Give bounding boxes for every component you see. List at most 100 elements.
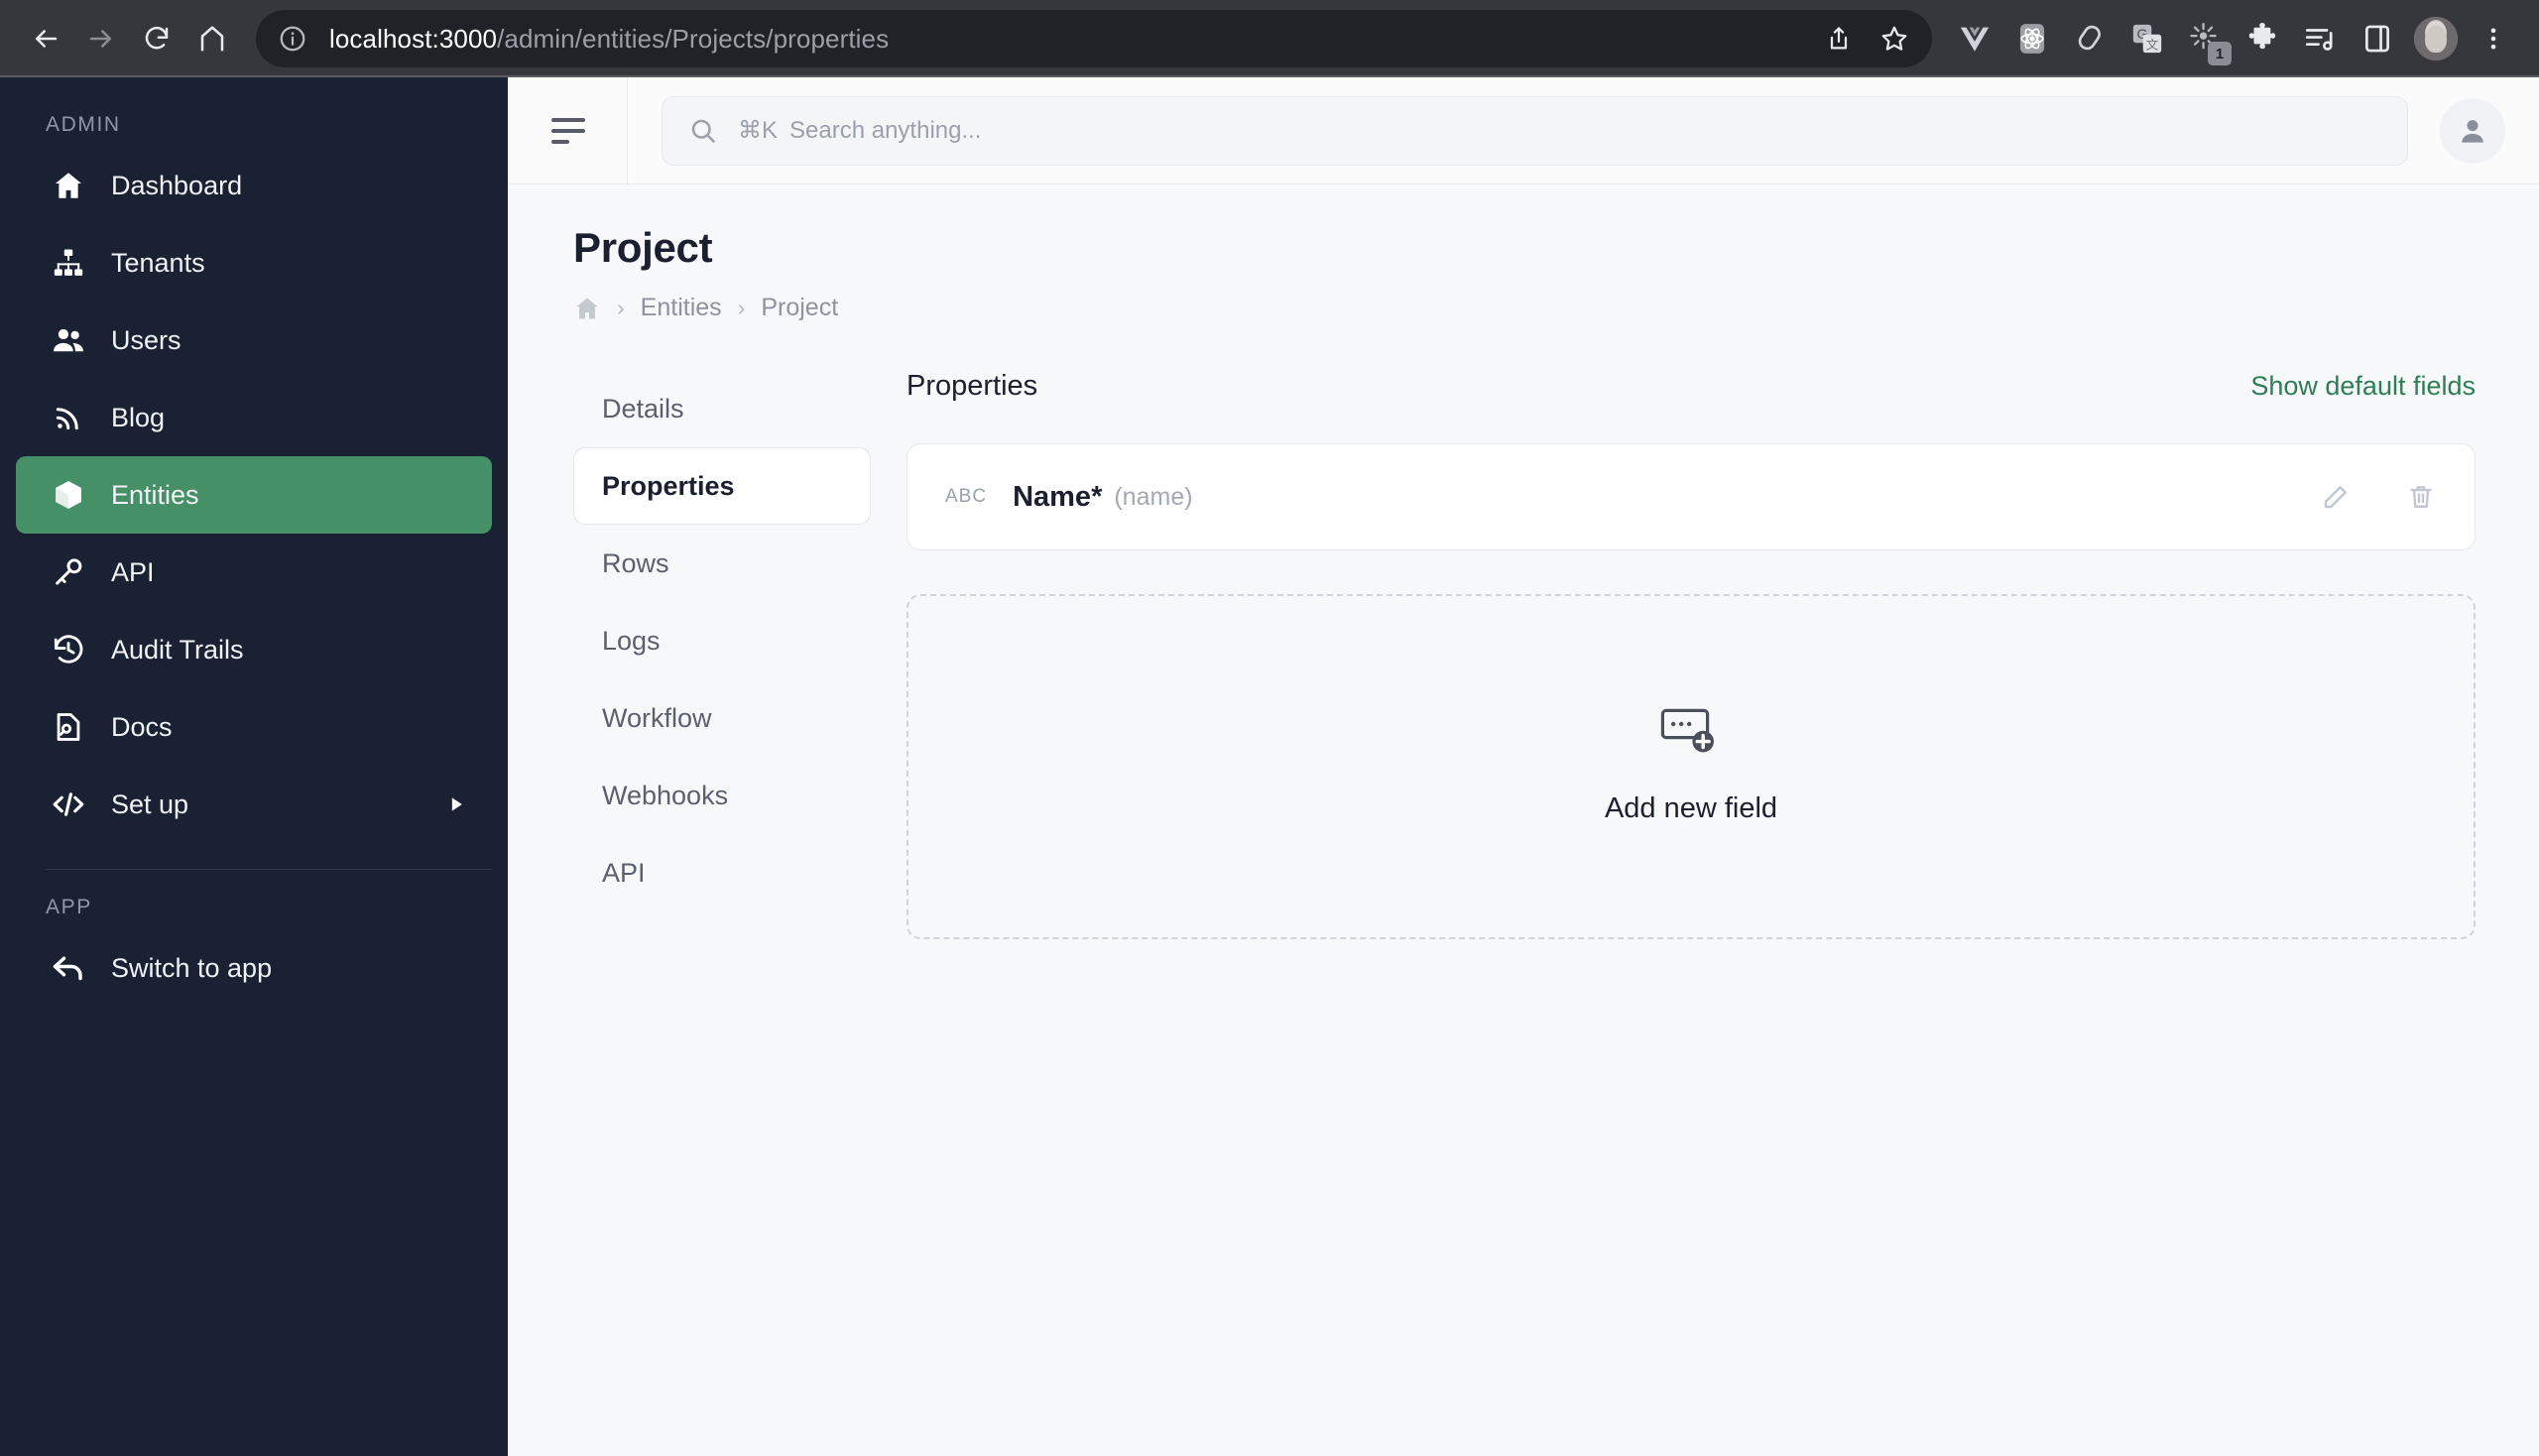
svelte-devtools-icon[interactable] xyxy=(2061,10,2118,67)
sidebar-item-label: Dashboard xyxy=(111,170,243,200)
sidebar-item-label: Audit Trails xyxy=(111,634,244,665)
page-content: Project › Entities › Project Details Pro… xyxy=(508,184,2539,1456)
breadcrumb-separator: › xyxy=(737,295,746,320)
back-button[interactable] xyxy=(18,11,73,66)
tab-workflow[interactable]: Workflow xyxy=(573,679,871,757)
sidebar-item-label: API xyxy=(111,556,155,587)
starburst-extension-icon[interactable]: 1 xyxy=(2176,10,2234,67)
show-default-fields-link[interactable]: Show default fields xyxy=(2250,371,2476,402)
url-text: localhost:3000/admin/entities/Projects/p… xyxy=(329,23,890,54)
search-icon xyxy=(688,116,718,146)
svg-text:文: 文 xyxy=(2146,38,2159,53)
app-shell: ADMIN Dashboard Tenants Users Blog Entit… xyxy=(0,76,2539,1456)
extension-icons: G文 1 xyxy=(1946,10,2406,67)
tab-logs[interactable]: Logs xyxy=(573,602,871,679)
property-key: (name) xyxy=(1114,482,1193,511)
add-field-icon xyxy=(1660,708,1722,767)
search-shortcut-hint: ⌘K xyxy=(738,117,779,144)
add-new-field-button[interactable]: Add new field xyxy=(907,594,2476,939)
sidebar-item-users[interactable]: Users xyxy=(16,302,492,379)
users-icon xyxy=(46,322,91,358)
reload-button[interactable] xyxy=(129,11,184,66)
history-icon xyxy=(46,633,91,667)
chrome-profile-avatar[interactable] xyxy=(2414,17,2458,61)
share-icon[interactable] xyxy=(1811,11,1867,66)
tab-rows[interactable]: Rows xyxy=(573,525,871,602)
entity-tabs: Details Properties Rows Logs Workflow We… xyxy=(573,366,871,939)
sidebar-section-admin: ADMIN xyxy=(46,113,121,136)
chevron-right-icon[interactable] xyxy=(446,794,466,814)
arrow-back-icon xyxy=(46,950,91,986)
org-chart-icon xyxy=(46,246,91,280)
topbar-divider xyxy=(627,76,628,184)
rss-icon xyxy=(46,402,91,433)
page-title: Project xyxy=(573,224,713,271)
breadcrumb-home-icon[interactable] xyxy=(573,295,601,322)
sidebar-item-api[interactable]: API xyxy=(16,534,492,611)
property-type-badge: ABC xyxy=(945,486,988,507)
search-placeholder: Search anything... xyxy=(789,116,982,144)
document-search-icon xyxy=(46,710,91,744)
sidebar-item-label: Tenants xyxy=(111,247,205,278)
address-bar[interactable]: localhost:3000/admin/entities/Projects/p… xyxy=(256,10,1932,67)
property-row-actions xyxy=(2314,475,2443,519)
cube-icon xyxy=(46,478,91,512)
breadcrumb-item-project[interactable]: Project xyxy=(761,294,838,322)
address-bar-actions xyxy=(1811,11,1922,66)
breadcrumb-separator: › xyxy=(617,295,625,320)
entity-body: Details Properties Rows Logs Workflow We… xyxy=(573,366,2483,939)
puzzle-piece-icon[interactable] xyxy=(2234,10,2291,67)
reading-list-icon[interactable] xyxy=(2291,10,2349,67)
tab-properties[interactable]: Properties xyxy=(573,447,871,525)
properties-heading: Properties xyxy=(907,369,1038,402)
sidebar-item-label: Switch to app xyxy=(111,952,273,983)
property-row[interactable]: ABC Name* (name) xyxy=(907,443,2476,550)
code-icon xyxy=(46,787,91,822)
sidebar-item-docs[interactable]: Docs xyxy=(16,688,492,766)
sidebar-item-entities[interactable]: Entities xyxy=(16,456,492,534)
key-icon xyxy=(46,555,91,589)
sidebar-item-label: Blog xyxy=(111,402,166,432)
sidebar-item-tenants[interactable]: Tenants xyxy=(16,224,492,302)
chrome-menu-button[interactable] xyxy=(2466,11,2521,66)
sidebar-item-audit-trails[interactable]: Audit Trails xyxy=(16,611,492,688)
sidebar-item-switch-to-app[interactable]: Switch to app xyxy=(16,929,492,1007)
sidebar-item-set-up[interactable]: Set up xyxy=(16,766,492,843)
properties-panel-header: Properties Show default fields xyxy=(907,366,2476,406)
forward-button[interactable] xyxy=(73,11,129,66)
home-button[interactable] xyxy=(184,11,240,66)
sidebar: ADMIN Dashboard Tenants Users Blog Entit… xyxy=(0,77,508,1456)
delete-trash-icon[interactable] xyxy=(2399,475,2443,519)
sidebar-item-label: Users xyxy=(111,324,181,355)
google-translate-icon[interactable]: G文 xyxy=(2118,10,2176,67)
vue-devtools-icon[interactable] xyxy=(1946,10,2003,67)
add-new-field-label: Add new field xyxy=(1604,792,1778,824)
search-input[interactable]: ⌘K Search anything... xyxy=(662,95,2408,166)
tab-webhooks[interactable]: Webhooks xyxy=(573,757,871,834)
properties-panel: Properties Show default fields ABC Name*… xyxy=(871,366,2483,939)
sidebar-item-dashboard[interactable]: Dashboard xyxy=(16,147,492,224)
home-icon xyxy=(46,169,91,202)
react-devtools-icon[interactable] xyxy=(2003,10,2061,67)
tab-api[interactable]: API xyxy=(573,834,871,911)
sidebar-item-label: Docs xyxy=(111,711,173,742)
site-info-icon[interactable] xyxy=(278,24,307,54)
sidebar-section-app: APP xyxy=(46,896,92,918)
extension-badge-count: 1 xyxy=(2208,42,2232,65)
breadcrumb: › Entities › Project xyxy=(573,294,2483,322)
side-panel-icon[interactable] xyxy=(2349,10,2406,67)
sidebar-divider xyxy=(46,869,492,870)
app-topbar: ⌘K Search anything... xyxy=(508,76,2539,184)
tab-details[interactable]: Details xyxy=(573,370,871,447)
bookmark-star-icon[interactable] xyxy=(1867,11,1922,66)
property-name: Name* xyxy=(1013,480,1103,513)
sidebar-item-label: Set up xyxy=(111,789,189,819)
edit-pencil-icon[interactable] xyxy=(2314,475,2358,519)
sidebar-item-blog[interactable]: Blog xyxy=(16,379,492,456)
browser-toolbar: localhost:3000/admin/entities/Projects/p… xyxy=(0,0,2539,77)
breadcrumb-item-entities[interactable]: Entities xyxy=(641,294,722,322)
profile-avatar-button[interactable] xyxy=(2440,97,2505,164)
sidebar-toggle-icon[interactable] xyxy=(544,100,605,162)
sidebar-item-label: Entities xyxy=(111,479,199,510)
main-area: ⌘K Search anything... Project › Entities… xyxy=(508,76,2539,1456)
